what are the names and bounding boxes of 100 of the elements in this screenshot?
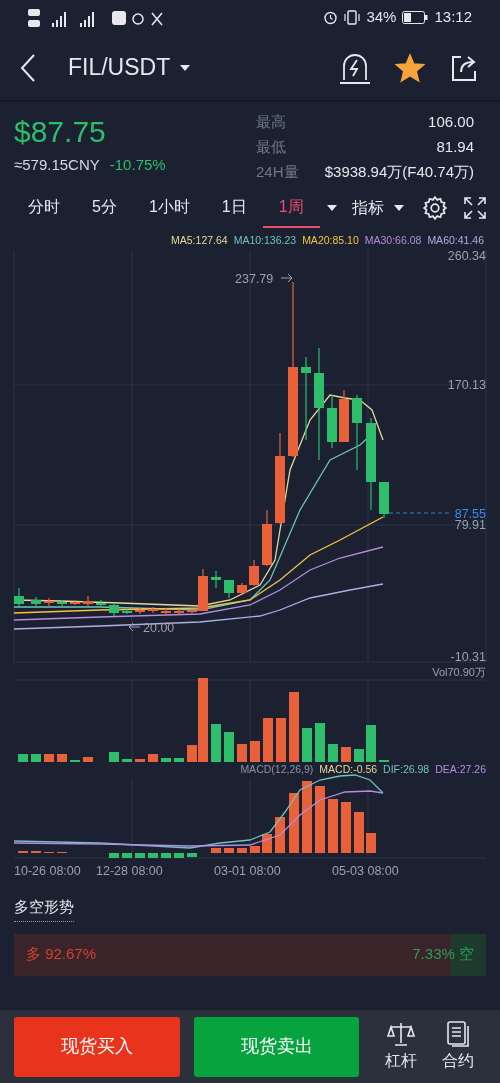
ma-legend-item: MA30:66.08 — [364, 234, 422, 246]
stat-value: $3938.94万(F40.74万) — [324, 162, 474, 183]
candlestick — [379, 481, 389, 519]
macd-bar — [187, 853, 197, 857]
shortcut-button[interactable]: 合约 — [441, 1020, 474, 1073]
volume-bar — [18, 754, 28, 762]
price-axis-label: 170.13 — [447, 378, 486, 392]
candlestick — [135, 607, 145, 615]
macd-bar — [250, 846, 260, 853]
candlestick — [211, 570, 221, 589]
candlestick — [83, 595, 93, 607]
stat-label: 最低 — [256, 137, 286, 158]
stat-label: 24H量 — [256, 162, 299, 183]
volume-bar — [44, 754, 54, 762]
candlestick — [96, 599, 106, 607]
volume-bar — [148, 754, 158, 762]
shortcut-button[interactable]: 杠杆 — [385, 1020, 418, 1073]
macd-bar — [289, 793, 299, 853]
star-icon — [395, 52, 425, 83]
candlestick — [174, 608, 184, 615]
candlestick — [262, 509, 272, 567]
volume-bar — [224, 732, 234, 762]
macd-bar — [174, 853, 184, 858]
battery-percent: 34% — [366, 7, 397, 28]
volume-bar — [122, 759, 132, 762]
candlestick — [122, 607, 132, 615]
volume-bar — [135, 759, 145, 762]
caret-icon — [326, 205, 337, 211]
buy-button[interactable]: 现货买入 — [14, 1016, 180, 1077]
time-axis-label: 10-26 08:00 — [14, 864, 81, 878]
stat-value: 81.94 — [436, 137, 474, 158]
macd-bar — [148, 853, 158, 858]
volume-bar — [237, 744, 247, 762]
candlestick — [148, 606, 158, 614]
ma-legend-item: MA10:136.23 — [233, 234, 297, 246]
section-title: 多空形势 — [14, 896, 74, 922]
candlestick — [339, 389, 349, 443]
timeframe-tab[interactable]: 5分 — [76, 188, 133, 228]
time-axis-label: 12-28 08:00 — [96, 864, 163, 878]
candlestick — [224, 579, 234, 599]
candlestick — [109, 603, 119, 617]
macd-bar — [161, 853, 171, 858]
candlestick — [44, 597, 54, 607]
time-axis-label: 05-03 08:00 — [332, 864, 399, 878]
candlestick — [14, 587, 24, 607]
candlestick — [237, 582, 247, 595]
price-axis-label: -10.31 — [450, 650, 486, 664]
caret-icon — [393, 205, 404, 211]
indicator-menu[interactable]: 指标 — [351, 196, 404, 220]
stat-value: 106.00 — [428, 112, 474, 133]
settings-icon — [422, 195, 448, 221]
macd-bar — [109, 853, 119, 858]
macd-bar — [354, 812, 364, 853]
volume-bar — [315, 723, 325, 762]
macd-bar — [302, 781, 312, 853]
ma-legend-item: MA20:85.10 — [302, 234, 359, 246]
scale-icon — [387, 1020, 416, 1047]
change-percent: -10.75% — [109, 155, 166, 175]
back-icon — [20, 53, 36, 82]
macd-legend-item: DIF:26.98 — [383, 763, 430, 775]
volume-bar — [289, 692, 299, 762]
timeframe-tab[interactable]: 1日 — [205, 188, 263, 228]
candlestick — [249, 559, 259, 587]
arrow-icon — [128, 622, 141, 632]
timeframe-tab[interactable]: 分时 — [12, 188, 76, 228]
macd-legend-item: MACD:-0.56 — [319, 763, 378, 775]
volume-bar — [341, 747, 351, 762]
macd-bar — [328, 799, 338, 853]
battery-icon — [402, 11, 429, 24]
cny-price: ≈579.15CNY — [14, 155, 100, 175]
volume-bar — [354, 749, 364, 762]
volume-bar — [109, 752, 119, 762]
volume-bar — [263, 718, 273, 762]
last-price: $87.75 — [14, 114, 107, 150]
timeframe-tab[interactable]: 1小时 — [132, 188, 206, 228]
macd-bar — [262, 834, 272, 853]
volume-bar — [83, 757, 93, 762]
stat-label: 最高 — [256, 112, 286, 133]
timeframe-tab[interactable]: 1周 — [262, 188, 320, 228]
caret-icon — [180, 64, 191, 71]
macd-bar — [275, 817, 285, 853]
settings-button[interactable] — [420, 193, 450, 223]
volume-bar — [328, 744, 338, 762]
macd-bar — [224, 848, 234, 853]
candlestick — [70, 599, 80, 606]
macd-bar — [211, 848, 221, 853]
macd-bar — [237, 848, 247, 853]
macd-bar — [366, 833, 376, 853]
high-marker: 237.79 — [235, 272, 274, 286]
ma-legend-item: MA60:41.46 — [427, 234, 484, 246]
clock: 13:12 — [434, 7, 472, 28]
pair-selector[interactable]: FIL/USDT — [68, 50, 191, 85]
volume-bar — [161, 758, 171, 762]
arrow-icon — [280, 273, 293, 283]
candlestick — [161, 607, 171, 615]
macd-bar — [135, 853, 145, 858]
favorite-button[interactable] — [394, 51, 426, 84]
macd-bar — [341, 802, 351, 853]
macd-legend-item: DEA:27.26 — [435, 763, 486, 775]
price-axis-label: 79.91 — [454, 518, 486, 532]
